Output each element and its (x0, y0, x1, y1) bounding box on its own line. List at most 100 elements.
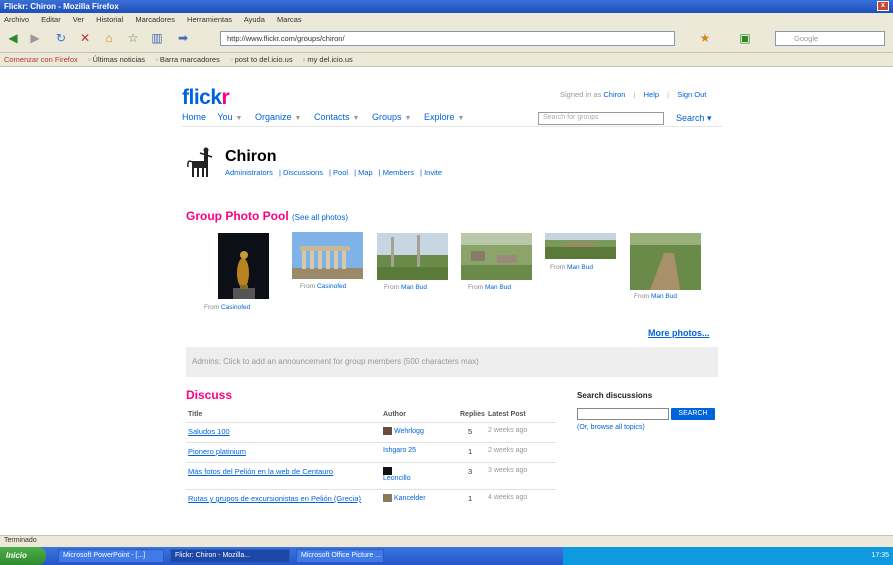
table-row[interactable]: Pionero platinium Ishgaro 25 1 2 weeks a… (186, 442, 556, 462)
photo-thumbnail[interactable] (218, 233, 269, 299)
search-discussions-heading: Search discussions (577, 391, 653, 400)
home-icon[interactable]: ⌂ (100, 30, 118, 48)
menu-historial[interactable]: Historial (96, 15, 123, 24)
menu-archivo[interactable]: Archivo (4, 15, 29, 24)
nav-groups[interactable]: Groups (372, 112, 402, 122)
feed-icon[interactable]: ➡ (174, 30, 192, 48)
site-search-button[interactable]: Search ▾ (676, 113, 712, 124)
menu-marcadores[interactable]: Marcadores (135, 15, 175, 24)
menu-bar: Archivo Editar Ver Historial Marcadores … (0, 13, 893, 25)
photo-author-link[interactable]: Man Bud (567, 264, 593, 271)
stop-icon[interactable]: ✕ (76, 30, 94, 48)
dropdown-arrow-icon[interactable]: ▼ (353, 115, 360, 122)
photo-thumbnail[interactable] (461, 233, 532, 280)
replies-count: 1 (468, 447, 473, 456)
more-photos-link[interactable]: More photos... (648, 328, 710, 338)
replies-count: 3 (468, 467, 473, 476)
see-all-link[interactable]: (See all photos) (292, 213, 348, 222)
dropdown-arrow-icon[interactable]: ▼ (295, 115, 302, 122)
google-search-input[interactable]: Google (775, 31, 885, 46)
nav-you[interactable]: You (217, 112, 232, 122)
topic-link[interactable]: Rutas y grupos de excursionistas en Peli… (188, 494, 373, 503)
admin-announcement-bar[interactable]: Admins: Click to add an announcement for… (186, 347, 718, 377)
topic-link[interactable]: Más fotos del Pelión en la web de Centau… (188, 467, 373, 476)
dropdown-arrow-icon[interactable]: ▼ (457, 115, 464, 122)
topic-link[interactable]: Pionero platinium (188, 447, 373, 456)
table-row[interactable]: Saludos 100 Wehrlogg 5 2 weeks ago (186, 422, 556, 442)
author-link[interactable]: Leoncillo (383, 467, 443, 482)
menu-herramientas[interactable]: Herramientas (187, 15, 232, 24)
group-link-discussions[interactable]: Discussions (283, 168, 323, 177)
addon-icon[interactable]: ▣ (736, 30, 754, 48)
author-link[interactable]: Kancelder (383, 494, 443, 502)
author-link[interactable]: Ishgaro 25 (383, 447, 443, 454)
photo-caption: From Man Bud (468, 284, 512, 291)
reload-icon[interactable]: ↻ (52, 30, 70, 48)
bookmark-my-delicious[interactable]: my del.icio.us (303, 55, 353, 64)
bookmark-noticias[interactable]: Últimas noticias (88, 55, 145, 64)
back-arrow-icon[interactable]: ◀ (4, 30, 22, 48)
nav-explore[interactable]: Explore (424, 112, 455, 122)
windows-taskbar: Inicio Microsoft PowerPoint - [...] Flic… (0, 547, 893, 565)
photo-thumbnail[interactable] (377, 233, 448, 280)
photo-author-link[interactable]: Casinofed (221, 304, 250, 311)
replies-count: 5 (468, 427, 473, 436)
menu-marcas[interactable]: Marcas (277, 15, 302, 24)
nav-contacts[interactable]: Contacts (314, 112, 350, 122)
photo-author-link[interactable]: Man Bud (651, 293, 677, 300)
task-powerpoint[interactable]: Microsoft PowerPoint - [...] (58, 549, 164, 563)
help-link[interactable]: Help (644, 90, 659, 99)
menu-ayuda[interactable]: Ayuda (244, 15, 265, 24)
announcement-text: Admins: Click to add an announcement for… (192, 357, 479, 366)
table-row[interactable]: Rutas y grupos de excursionistas en Peli… (186, 489, 556, 519)
photo-author-link[interactable]: Man Bud (401, 284, 427, 291)
close-window-button[interactable]: x (877, 1, 889, 11)
url-input[interactable]: http://www.flickr.com/groups/chiron/ (220, 31, 675, 46)
photo-thumbnail[interactable] (292, 232, 363, 279)
group-links: Administrators | Discussions | Pool | Map | … (225, 168, 442, 177)
user-link[interactable]: Chiron (603, 90, 625, 99)
bookmark-comenzar[interactable]: Comenzar con Firefox (4, 55, 78, 64)
dropdown-arrow-icon[interactable]: ▼ (236, 115, 243, 122)
author-link[interactable]: Wehrlogg (383, 427, 443, 435)
nav-divider (182, 126, 722, 127)
start-button[interactable]: Inicio (0, 547, 46, 565)
window-title: Flickr: Chiron - Mozilla Firefox (4, 2, 119, 11)
photo-thumbnail[interactable] (545, 233, 616, 259)
photo-author-link[interactable]: Casinofed (317, 283, 346, 290)
bookmark-post-delicious[interactable]: post to del.icio.us (230, 55, 293, 64)
group-link-administrators[interactable]: Administrators (225, 168, 273, 177)
discussion-search-button[interactable]: SEARCH (671, 408, 715, 420)
sign-out-link[interactable]: Sign Out (677, 90, 706, 99)
menu-ver[interactable]: Ver (73, 15, 84, 24)
bookmark-barra[interactable]: Barra marcadores (155, 55, 220, 64)
task-firefox[interactable]: Flickr: Chiron - Mozilla... (170, 549, 290, 563)
forward-arrow-icon[interactable]: ▶ (26, 30, 44, 48)
latest-post: 3 weeks ago (488, 467, 528, 474)
dropdown-arrow-icon[interactable]: ▼ (404, 115, 411, 122)
group-link-map[interactable]: Map (358, 168, 373, 177)
photo-author-link[interactable]: Man Bud (485, 284, 511, 291)
discussion-search-input[interactable] (577, 408, 669, 420)
flickr-nav: Home You ▼ Organize ▼ Contacts ▼ Groups ▼ Ex… (182, 112, 474, 122)
flickr-logo[interactable]: flickr (182, 86, 230, 110)
navigation-toolbar: ◀ ▶ ↻ ✕ ⌂ ☆ ▥ ➡ http://www.flickr.com/gr… (0, 25, 893, 53)
nav-organize[interactable]: Organize (255, 112, 292, 122)
nav-home[interactable]: Home (182, 112, 206, 122)
discuss-heading: Discuss (186, 388, 233, 402)
browse-topics-link[interactable]: (Or, browse all topics) (577, 424, 645, 431)
group-link-pool[interactable]: Pool (333, 168, 348, 177)
topic-link[interactable]: Saludos 100 (188, 427, 373, 436)
table-row[interactable]: Más fotos del Pelión en la web de Centau… (186, 462, 556, 489)
avatar (383, 494, 392, 502)
task-picture-manager[interactable]: Microsoft Office Picture ... (296, 549, 384, 563)
site-search-input[interactable]: Search for groups (538, 112, 664, 125)
bookmark-icon[interactable]: ☆ (124, 30, 142, 48)
go-icon[interactable]: ★ (696, 30, 714, 48)
group-link-members[interactable]: Members (383, 168, 414, 177)
photo-thumbnail[interactable] (630, 233, 701, 290)
group-link-invite[interactable]: Invite (424, 168, 442, 177)
history-icon[interactable]: ▥ (148, 30, 166, 48)
menu-editar[interactable]: Editar (41, 15, 61, 24)
col-title: Title (188, 411, 203, 418)
